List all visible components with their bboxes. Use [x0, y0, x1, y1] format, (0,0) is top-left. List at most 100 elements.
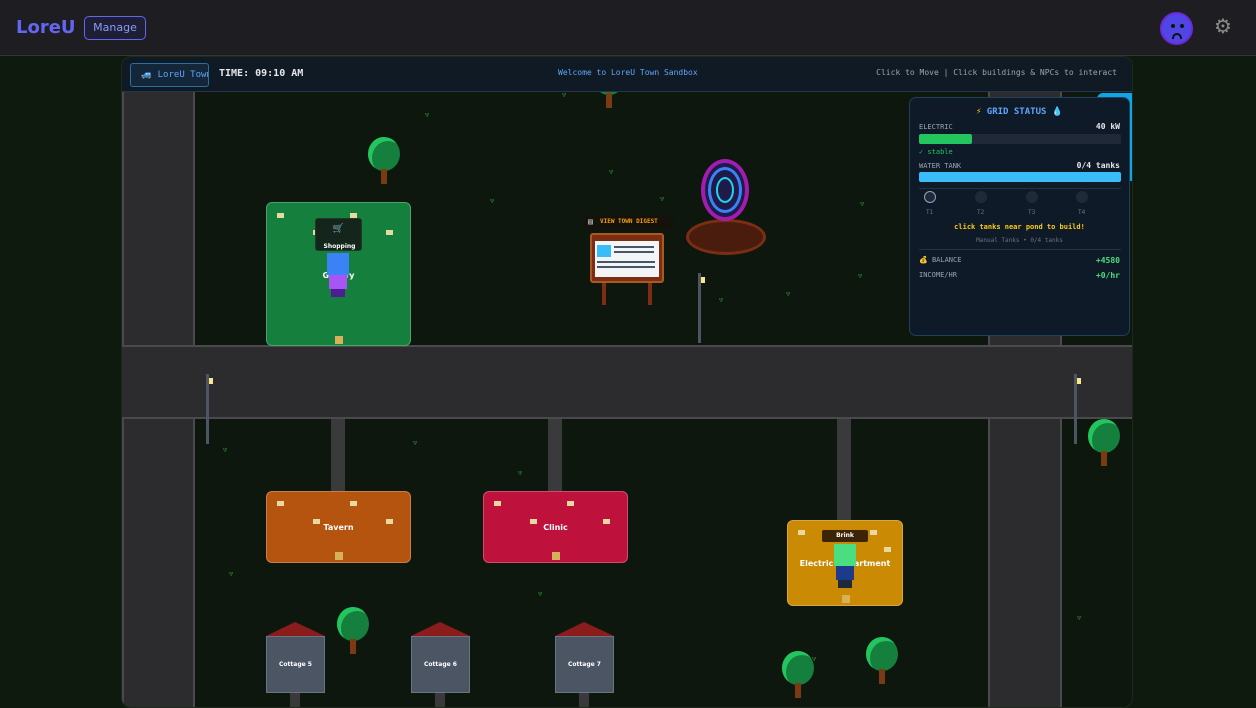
income-label: INCOME/HR — [919, 271, 957, 279]
grid-title-text: GRID STATUS — [986, 107, 1047, 117]
grass-tuft: ᴪ — [413, 438, 418, 447]
avatar-mouth — [1172, 33, 1182, 39]
balance-label: BALANCE — [931, 256, 962, 264]
welcome-message: Welcome to LoreU Town Sandbox — [558, 68, 698, 77]
electric-status: ✓ stable — [919, 148, 953, 156]
money-bag-icon: 💰 — [919, 256, 928, 264]
npc-nameplate: Brink — [822, 530, 868, 542]
tree — [782, 651, 814, 701]
npc-name-brink: Brink — [836, 532, 854, 539]
grass-tuft: ᴪ — [719, 295, 724, 304]
car-icon: 🚙 — [141, 70, 153, 80]
tavern-path — [331, 419, 345, 493]
door — [335, 552, 343, 560]
newspaper-icon: ▤ — [588, 217, 593, 226]
tank-label: T1 — [926, 209, 934, 216]
grass-tuft: ᴪ — [858, 271, 863, 280]
electric-bar-fill — [919, 134, 972, 144]
door — [335, 336, 343, 344]
town-digest-board[interactable]: ▤ VIEW TOWN DIGEST — [584, 215, 674, 307]
npc-body — [329, 275, 347, 289]
building-label-clinic: Clinic — [543, 523, 568, 532]
tree — [1088, 419, 1120, 469]
npc-body — [836, 566, 854, 580]
street-lamp — [698, 273, 706, 343]
cottage-label: Cottage 7 — [568, 661, 601, 668]
electric-bar — [919, 134, 1121, 144]
tank-t4-button[interactable] — [1076, 191, 1088, 203]
portal[interactable] — [686, 153, 766, 257]
game-hud: 🚙 LoreU Town TIME: 09:10 AM Welcome to L… — [122, 57, 1132, 92]
street-lamp — [1074, 374, 1082, 444]
grass-tuft: ᴪ — [229, 569, 234, 578]
lightning-icon: ⚡ — [975, 107, 982, 117]
npc-status-shopping: Shopping — [323, 243, 356, 250]
game-time: TIME: 09:10 AM — [219, 68, 304, 79]
location-label: LoreU Town — [157, 70, 209, 80]
water-bar — [919, 172, 1121, 182]
cottage-label: Cottage 6 — [424, 661, 457, 668]
npc-legs — [838, 580, 852, 588]
game-canvas[interactable]: ᴪ ᴪ ᴪ ᴪ ᴪ ᴪ ᴪ ᴪ ᴪ ᴪ ᴪ ᴪ ᴪ ᴪ ᴪ ᴪ Gallery … — [121, 56, 1133, 708]
electric-value: 40 kW — [1095, 122, 1120, 131]
cottage-7[interactable]: Cottage 7 — [555, 622, 614, 707]
npc-legs — [331, 289, 345, 297]
portal-base — [686, 219, 766, 255]
road-main — [122, 345, 1132, 419]
building-clinic[interactable]: Clinic — [483, 491, 628, 563]
balance-value: +4580 — [1095, 256, 1120, 265]
water-tank-label: WATER TANK — [919, 162, 962, 170]
gear-icon[interactable]: ⚙ — [1211, 14, 1235, 38]
door — [842, 595, 850, 603]
water-drop-icon: 💧 — [1051, 107, 1064, 117]
grass-tuft: ᴪ — [860, 199, 865, 208]
grid-status-panel: ⚡ GRID STATUS 💧 ELECTRIC 40 kW ✓ stable … — [909, 97, 1130, 336]
tank-tip: click tanks near pond to build! — [954, 223, 1085, 231]
building-tavern[interactable]: Tavern — [266, 491, 411, 563]
tank-label: T3 — [1028, 209, 1036, 216]
door — [552, 552, 560, 560]
water-bar-fill — [919, 172, 1121, 182]
tank-label: T2 — [977, 209, 985, 216]
grass-tuft: ᴪ — [538, 589, 543, 598]
board-frame — [590, 233, 664, 283]
cart-icon: 🛒 — [332, 224, 345, 234]
tree — [337, 607, 369, 657]
top-navigation-bar: LoreU Manage ⚙ — [0, 0, 1256, 56]
grass-tuft: ᴪ — [518, 468, 523, 477]
electric-label: ELECTRIC — [919, 123, 953, 131]
user-avatar-icon[interactable] — [1160, 12, 1193, 45]
grass-tuft: ᴪ — [660, 194, 665, 203]
grass-tuft: ᴪ — [1077, 613, 1082, 622]
brand-logo[interactable]: LoreU — [16, 17, 76, 38]
help-hint: Click to Move | Click buildings & NPCs t… — [876, 68, 1117, 77]
location-button[interactable]: 🚙 LoreU Town — [130, 63, 209, 87]
clinic-path — [548, 419, 562, 493]
avatar-eye-left — [1171, 24, 1175, 28]
digest-label: VIEW TOWN DIGEST — [600, 218, 658, 225]
npc-head — [327, 253, 349, 275]
portal-core — [716, 177, 734, 203]
grass-tuft: ᴪ — [223, 445, 228, 454]
shopping-bubble[interactable]: 🛒 Shopping — [315, 218, 362, 251]
tank-label: T4 — [1078, 209, 1086, 216]
income-value: +0/hr — [1095, 271, 1120, 280]
balance-row: 💰 BALANCE — [919, 256, 961, 264]
tree — [866, 637, 898, 687]
board-paper — [595, 241, 659, 277]
street-lamp — [206, 374, 214, 444]
cottage-5[interactable]: Cottage 5 — [266, 622, 325, 707]
tank-t1-button[interactable] — [924, 191, 936, 203]
cottage-label: Cottage 5 — [279, 661, 312, 668]
tank-t2-button[interactable] — [975, 191, 987, 203]
tank-t3-button[interactable] — [1026, 191, 1038, 203]
electric-path — [837, 419, 851, 521]
cottage-6[interactable]: Cottage 6 — [411, 622, 470, 707]
manage-button[interactable]: Manage — [84, 16, 146, 40]
digest-label-box: ▤ VIEW TOWN DIGEST — [584, 215, 674, 229]
building-label-tavern: Tavern — [323, 523, 354, 532]
water-tank-value: 0/4 tanks — [1076, 161, 1120, 170]
tree — [368, 137, 400, 187]
grass-tuft: ᴪ — [609, 167, 614, 176]
grass-tuft: ᴪ — [425, 110, 430, 119]
